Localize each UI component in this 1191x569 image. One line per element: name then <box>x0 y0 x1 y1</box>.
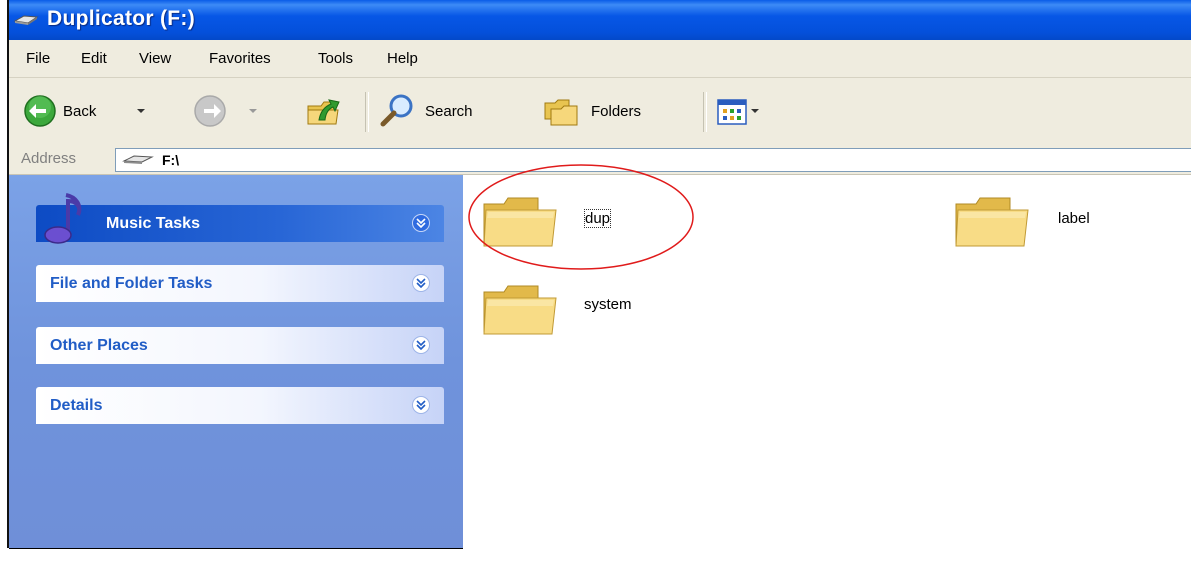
folder-item-system[interactable]: system <box>480 278 660 338</box>
panel-file-folder-tasks[interactable]: File and Folder Tasks <box>36 265 444 302</box>
panel-title: Music Tasks <box>106 215 200 232</box>
toolbar-separator <box>365 92 369 132</box>
panel-other-places[interactable]: Other Places <box>36 327 444 364</box>
panel-music-tasks[interactable]: Music Tasks <box>36 193 444 244</box>
window-title: Duplicator (F:) <box>47 7 195 30</box>
address-value: F:\ <box>162 152 180 168</box>
views-button[interactable] <box>717 78 777 146</box>
annotation-circle <box>468 164 694 270</box>
back-dropdown-icon[interactable] <box>137 109 145 113</box>
expand-chevron-icon[interactable] <box>412 274 430 292</box>
folder-icon <box>483 285 557 335</box>
window-frame-left <box>0 0 9 548</box>
menu-help[interactable]: Help <box>387 50 418 67</box>
search-button[interactable]: Search <box>377 78 519 146</box>
back-label: Back <box>63 103 97 120</box>
menu-edit[interactable]: Edit <box>81 50 107 67</box>
expand-chevron-icon[interactable] <box>412 336 430 354</box>
toolbar-separator-2 <box>703 92 707 132</box>
address-label: Address <box>21 150 77 167</box>
expand-chevron-icon[interactable] <box>412 396 430 414</box>
collapse-chevron-icon[interactable] <box>412 214 430 232</box>
up-folder-icon <box>307 99 340 125</box>
panel-details[interactable]: Details <box>36 387 444 424</box>
folder-item-label[interactable]: label <box>952 190 1112 250</box>
views-dropdown-icon[interactable] <box>751 109 759 113</box>
music-note-icon <box>44 193 82 244</box>
folders-button[interactable]: Folders <box>539 78 689 146</box>
folder-label-system: system <box>584 296 632 313</box>
folders-icon <box>544 99 578 126</box>
explorer-window: Duplicator (F:) File Edit View Favorites… <box>0 0 1191 569</box>
menu-tools[interactable]: Tools <box>318 50 353 67</box>
forward-button[interactable] <box>187 78 267 146</box>
back-button[interactable]: Back <box>19 78 159 146</box>
task-pane: Music Tasks File and Folder Tasks Other … <box>9 175 463 548</box>
folder-label-label: label <box>1058 210 1090 227</box>
menu-file[interactable]: File <box>26 50 50 67</box>
panel-title: File and Folder Tasks <box>50 275 213 292</box>
search-icon <box>380 94 413 127</box>
search-label: Search <box>425 103 473 120</box>
toolbar: Back Search Folders <box>9 78 1191 147</box>
pane-bottom-border <box>9 548 463 549</box>
forward-dropdown-icon[interactable] <box>249 109 257 113</box>
views-icon <box>717 99 747 125</box>
folder-icon <box>955 197 1029 247</box>
menu-view[interactable]: View <box>139 50 171 67</box>
drive-icon <box>122 155 154 164</box>
folders-label: Folders <box>591 103 642 120</box>
drive-icon <box>13 15 39 25</box>
title-bar[interactable]: Duplicator (F:) <box>9 0 1191 40</box>
up-folder-button[interactable] <box>299 78 351 146</box>
panel-title: Other Places <box>50 337 148 354</box>
panel-title: Details <box>50 397 103 414</box>
back-arrow-icon <box>24 95 56 127</box>
menu-bar: File Edit View Favorites Tools Help <box>9 40 1191 78</box>
menu-favorites[interactable]: Favorites <box>209 50 271 67</box>
forward-arrow-icon <box>194 95 226 127</box>
